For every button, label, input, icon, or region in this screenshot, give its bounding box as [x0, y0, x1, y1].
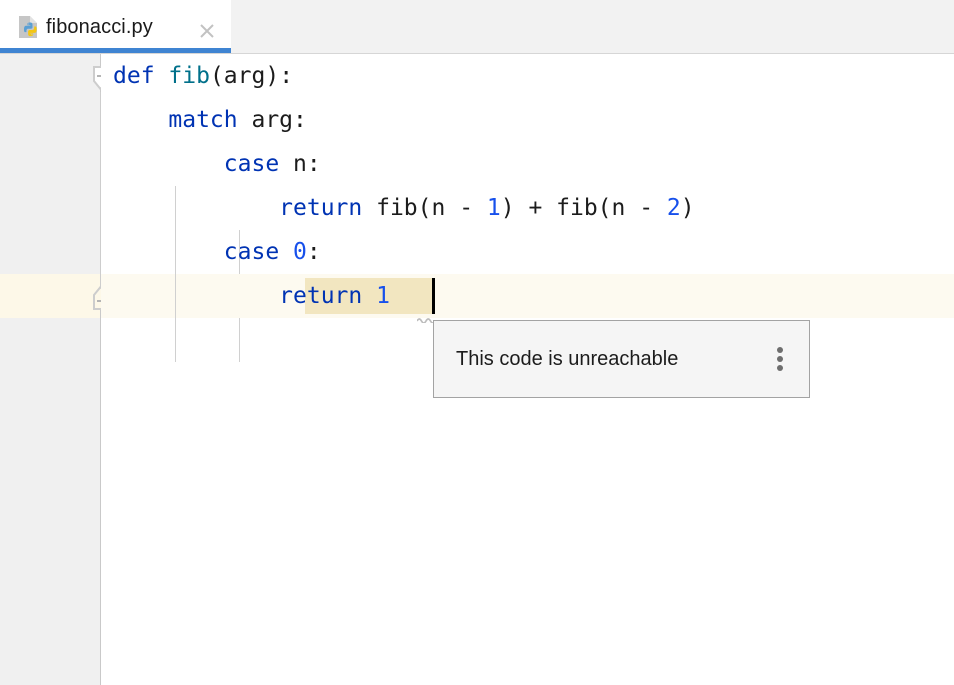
menu-dot: [777, 347, 783, 353]
token-number-2: 2: [667, 195, 681, 221]
token-keyword-return: return: [279, 283, 362, 309]
token-number-1: 1: [487, 195, 501, 221]
token-keyword-case: case: [224, 239, 279, 265]
editor-tab-label: fibonacci.py: [46, 16, 153, 39]
more-options-vertical-icon[interactable]: [770, 346, 790, 372]
python-file-icon: [17, 15, 39, 39]
close-icon[interactable]: [196, 20, 218, 42]
code-line-4[interactable]: return fib(n - 1) + fib(n - 2): [113, 186, 695, 230]
tooltip-message: This code is unreachable: [456, 348, 678, 371]
token-number-1: 1: [376, 283, 390, 309]
token-keyword-return: return: [279, 195, 362, 221]
token-keyword-def: def: [113, 63, 155, 89]
token-keyword-case: case: [224, 151, 279, 177]
token-plain: fib(n -: [362, 195, 487, 221]
editor-tab-bar: fibonacci.py: [0, 0, 954, 54]
token-function-fib: fib: [168, 63, 210, 89]
code-line-5[interactable]: case 0:: [113, 230, 321, 274]
token-plain: ) + fib(n -: [501, 195, 667, 221]
code-line-2[interactable]: match arg:: [113, 98, 307, 142]
code-line-1[interactable]: def fib(arg):: [113, 54, 293, 98]
indent-guide-level-2b: [239, 318, 240, 362]
token-plain: arg:: [238, 107, 307, 133]
code-line-3[interactable]: case n:: [113, 142, 321, 186]
current-line-gutter-highlight: [0, 274, 100, 318]
text-caret: [432, 278, 435, 314]
editor-gutter[interactable]: [0, 54, 100, 685]
token-keyword-match: match: [168, 107, 237, 133]
menu-dot: [777, 365, 783, 371]
token-plain: (arg):: [210, 63, 293, 89]
code-line-6[interactable]: return 1: [113, 274, 390, 318]
editor-tab-fibonacci-py[interactable]: fibonacci.py: [0, 0, 231, 54]
ide-window: fibonacci.py 1 2 3 4 5 6: [0, 0, 954, 685]
menu-dot: [777, 356, 783, 362]
token-plain: ): [681, 195, 695, 221]
token-plain: :: [307, 239, 321, 265]
token-number-0: 0: [293, 239, 307, 265]
inspection-tooltip[interactable]: This code is unreachable: [433, 320, 810, 398]
token-plain: n:: [279, 151, 321, 177]
